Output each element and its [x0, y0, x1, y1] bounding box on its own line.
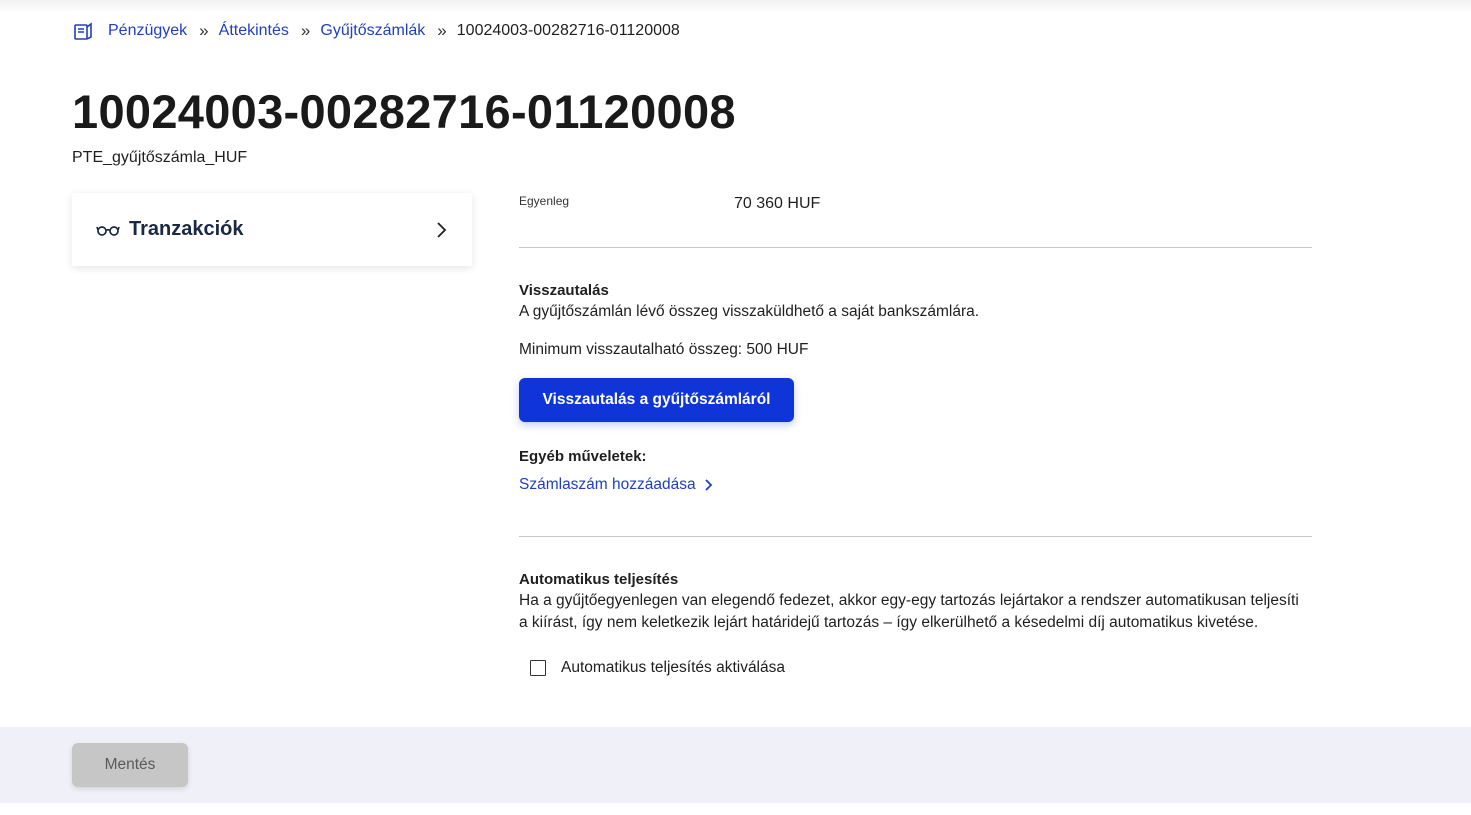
auto-payment-checkbox[interactable]	[530, 660, 546, 676]
transactions-card[interactable]: Tranzakciók	[72, 193, 472, 266]
glasses-icon	[96, 223, 120, 237]
transactions-label: Tranzakciók	[129, 218, 244, 240]
breadcrumb-separator: »	[199, 21, 209, 40]
balance-label: Egyenleg	[519, 194, 570, 208]
auto-payment-title: Automatikus teljesítés	[519, 571, 679, 588]
auto-payment-description-line1: Ha a gyűjtőegyenlegen van elegendő fedez…	[519, 592, 1299, 609]
divider	[519, 247, 1312, 248]
refund-button[interactable]: Visszautalás a gyűjtőszámláról	[519, 378, 794, 422]
breadcrumb-current: 10024003-00282716-01120008	[456, 22, 680, 39]
chevron-right-icon	[703, 478, 713, 492]
add-account-number-link[interactable]: Számlaszám hozzáadása	[519, 476, 713, 494]
auto-payment-checkbox-label: Automatikus teljesítés aktiválása	[561, 659, 785, 676]
other-actions-title: Egyéb műveletek:	[519, 448, 647, 465]
breadcrumb-link-collection-accounts[interactable]: Gyűjtőszámlák	[320, 22, 425, 40]
breadcrumb-separator: »	[300, 21, 311, 40]
divider	[519, 536, 1312, 537]
breadcrumb-link-finance[interactable]: Pénzügyek	[108, 22, 187, 40]
refund-description: A gyűjtőszámlán lévő összeg visszaküldhe…	[519, 303, 980, 320]
breadcrumb: Pénzügyek » Áttekintés » Gyűjtőszámlák »…	[72, 19, 680, 43]
page-subtitle: PTE_gyűjtőszámla_HUF	[72, 149, 248, 166]
breadcrumb-separator: »	[437, 21, 447, 40]
add-account-number-label: Számlaszám hozzáadása	[519, 476, 696, 493]
refund-minimum: Minimum visszautalható összeg: 500 HUF	[519, 341, 809, 358]
auto-payment-checkbox-row[interactable]: Automatikus teljesítés aktiválása	[530, 659, 785, 677]
balance-value: 70 360 HUF	[734, 195, 821, 212]
top-shadow	[0, 0, 1471, 14]
auto-payment-description-line2: a kiírást, így nem keletkezik lejárt hat…	[519, 614, 1259, 631]
refund-title: Visszautalás	[519, 282, 609, 299]
breadcrumb-link-overview[interactable]: Áttekintés	[219, 22, 289, 40]
chevron-right-icon	[434, 221, 448, 239]
footer-bar: Mentés	[0, 727, 1471, 803]
finance-book-icon[interactable]	[72, 20, 94, 42]
page-title: 10024003-00282716-01120008	[72, 85, 736, 138]
save-button[interactable]: Mentés	[72, 743, 188, 787]
